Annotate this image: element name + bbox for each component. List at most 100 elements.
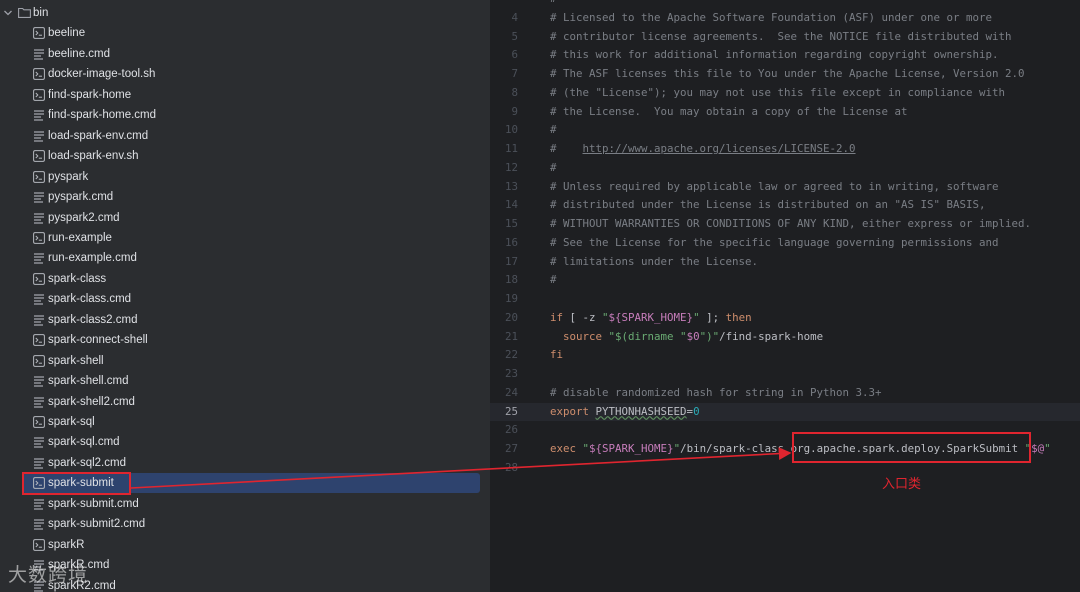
tree-file-label: beeline	[48, 27, 86, 40]
code-line[interactable]: 20 if [ -z "${SPARK_HOME}" ]; then	[490, 309, 1080, 328]
tree-file-label: spark-class.cmd	[48, 293, 132, 306]
line-number: 27	[504, 442, 518, 455]
tree-file-spark-shell2-cmd[interactable]: spark-shell2.cmd	[0, 392, 490, 412]
tree-file-find-spark-home[interactable]: find-spark-home	[0, 85, 490, 105]
code-text: if [ -z "${SPARK_HOME}" ]; then	[550, 311, 752, 324]
code-text: #	[550, 161, 557, 174]
tree-file-spark-submit-cmd[interactable]: spark-submit.cmd	[0, 494, 490, 514]
code-line[interactable]: 14 # distributed under the License is dis…	[490, 196, 1080, 215]
text-file-icon	[34, 315, 44, 326]
tree-file-beeline-cmd[interactable]: beeline.cmd	[0, 44, 490, 64]
tree-file-sparkr-cmd[interactable]: sparkR.cmd	[0, 555, 490, 575]
tree-file-spark-sql-cmd[interactable]: spark-sql.cmd	[0, 432, 490, 452]
line-number: 20	[504, 310, 518, 324]
code-line[interactable]: 11 # http://www.apache.org/licenses/LICEN…	[490, 140, 1080, 159]
line-number: 6	[511, 48, 518, 62]
tree-file-spark-class-cmd[interactable]: spark-class.cmd	[0, 289, 490, 309]
terminal-icon	[33, 354, 45, 367]
tree-file-load-spark-env-cmd[interactable]: load-spark-env.cmd	[0, 126, 490, 146]
code-line[interactable]: 17 # limitations under the License.	[490, 253, 1080, 272]
text-file-icon	[34, 396, 44, 408]
text-file-icon	[34, 437, 44, 448]
code-line[interactable]: 7 # The ASF licenses this file to You und…	[490, 65, 1080, 84]
code-line[interactable]: 21 source "$(dirname "$0")"/find-spark-h…	[490, 328, 1080, 347]
tree-file-label: run-example.cmd	[48, 252, 137, 265]
code-text: export PYTHONHASHSEED=0	[550, 405, 700, 418]
code-line[interactable]: 12 #	[490, 159, 1080, 178]
tree-file-run-example[interactable]: run-example	[0, 228, 490, 248]
tree-file-pyspark2-cmd[interactable]: pyspark2.cmd	[0, 208, 490, 228]
tree-file-label: pyspark.cmd	[48, 191, 114, 204]
code-token: #	[550, 273, 557, 287]
code-line[interactable]: 6 # this work for additional information …	[490, 46, 1080, 65]
tree-file-pyspark[interactable]: pyspark	[0, 167, 490, 187]
code-token: # the License. You may obtain a copy of …	[550, 104, 908, 118]
code-line[interactable]: 24 # disable randomized hash for string i…	[490, 384, 1080, 403]
tree-file-spark-class2-cmd[interactable]: spark-class2.cmd	[0, 310, 490, 330]
line-number: 10	[504, 123, 518, 137]
code-editor[interactable]: #4 # Licensed to the Apache Software Foun…	[490, 0, 1080, 592]
line-number: 21	[504, 329, 518, 343]
code-text: # disable randomized hash for string in …	[550, 386, 882, 399]
tree-file-label: spark-sql.cmd	[48, 436, 120, 449]
line-number: 11	[504, 142, 518, 155]
terminal-icon	[33, 170, 45, 183]
tree-file-load-spark-env-sh[interactable]: load-spark-env.sh	[0, 146, 490, 166]
code-line[interactable]: 5 # contributor license agreements. See t…	[490, 28, 1080, 47]
code-line[interactable]: 19	[490, 290, 1080, 309]
code-line[interactable]: 10 #	[490, 121, 1080, 140]
tree-file-beeline[interactable]: beeline	[0, 23, 490, 43]
line-number: 18	[504, 273, 518, 287]
code-token: #	[550, 123, 557, 137]
tree-file-docker-image-tool-sh[interactable]: docker-image-tool.sh	[0, 64, 490, 84]
tree-file-sparkr[interactable]: sparkR	[0, 535, 490, 555]
code-token: $@	[1031, 442, 1045, 455]
text-file-icon	[34, 376, 44, 387]
code-line[interactable]: 8 # (the "License"); you may not use this…	[490, 84, 1080, 103]
tree-file-label: spark-shell	[48, 354, 104, 367]
code-line[interactable]: 22 fi	[490, 346, 1080, 365]
line-number: 23	[504, 367, 518, 380]
code-token: PYTHONHASHSEED	[595, 404, 687, 418]
tree-file-pyspark-cmd[interactable]: pyspark.cmd	[0, 187, 490, 207]
code-token: ${SPARK_HOME}	[608, 310, 694, 324]
code-line[interactable]: 18 #	[490, 271, 1080, 290]
code-text: # contributor license agreements. See th…	[550, 30, 1012, 43]
text-file-icon	[34, 458, 44, 469]
tree-file-sparkr2-cmd[interactable]: sparkR2.cmd	[0, 576, 490, 592]
tree-file-spark-sql[interactable]: spark-sql	[0, 412, 490, 432]
tree-file-label: pyspark2.cmd	[48, 211, 120, 224]
code-line[interactable]: 4 # Licensed to the Apache Software Found…	[490, 9, 1080, 28]
code-line[interactable]: 25 export PYTHONHASHSEED=0	[490, 402, 1080, 422]
tree-file-spark-sql2-cmd[interactable]: spark-sql2.cmd	[0, 453, 490, 473]
tree-file-spark-shell[interactable]: spark-shell	[0, 351, 490, 371]
tree-file-run-example-cmd[interactable]: run-example.cmd	[0, 248, 490, 268]
code-token: ${SPARK_HOME}	[589, 442, 674, 455]
tree-file-label: sparkR	[48, 538, 85, 551]
code-token: # contributor license agreements. See th…	[550, 29, 1012, 43]
tree-file-label: spark-shell.cmd	[48, 375, 129, 388]
code-token: /find-spark-home	[719, 329, 824, 343]
line-number: 8	[511, 85, 518, 99]
entry-class-annotation: 入口类	[882, 477, 922, 492]
tree-folder-bin[interactable]: bin	[0, 3, 490, 23]
code-token: # Unless required by applicable law or a…	[550, 179, 999, 193]
code-text: # Licensed to the Apache Software Founda…	[550, 11, 992, 24]
line-number: 14	[504, 198, 518, 212]
code-line[interactable]: 23	[490, 365, 1080, 384]
code-line[interactable]: 15 # WITHOUT WARRANTIES OR CONDITIONS OF …	[490, 215, 1080, 234]
code-token: if	[550, 310, 564, 324]
chevron-down-icon[interactable]	[3, 8, 13, 18]
code-line[interactable]: 13 # Unless required by applicable law or…	[490, 178, 1080, 197]
tree-file-spark-shell-cmd[interactable]: spark-shell.cmd	[0, 371, 490, 391]
tree-file-label: spark-connect-shell	[48, 334, 148, 347]
code-line[interactable]: 9 # the License. You may obtain a copy of…	[490, 103, 1080, 122]
tree-file-spark-class[interactable]: spark-class	[0, 269, 490, 289]
tree-file-spark-connect-shell[interactable]: spark-connect-shell	[0, 330, 490, 350]
code-text: fi	[550, 348, 563, 361]
text-file-icon	[34, 253, 44, 264]
code-line[interactable]: #	[490, 0, 1080, 9]
code-line[interactable]: 16 # See the License for the specific lan…	[490, 234, 1080, 253]
tree-file-find-spark-home-cmd[interactable]: find-spark-home.cmd	[0, 105, 490, 125]
tree-file-spark-submit2-cmd[interactable]: spark-submit2.cmd	[0, 514, 490, 534]
